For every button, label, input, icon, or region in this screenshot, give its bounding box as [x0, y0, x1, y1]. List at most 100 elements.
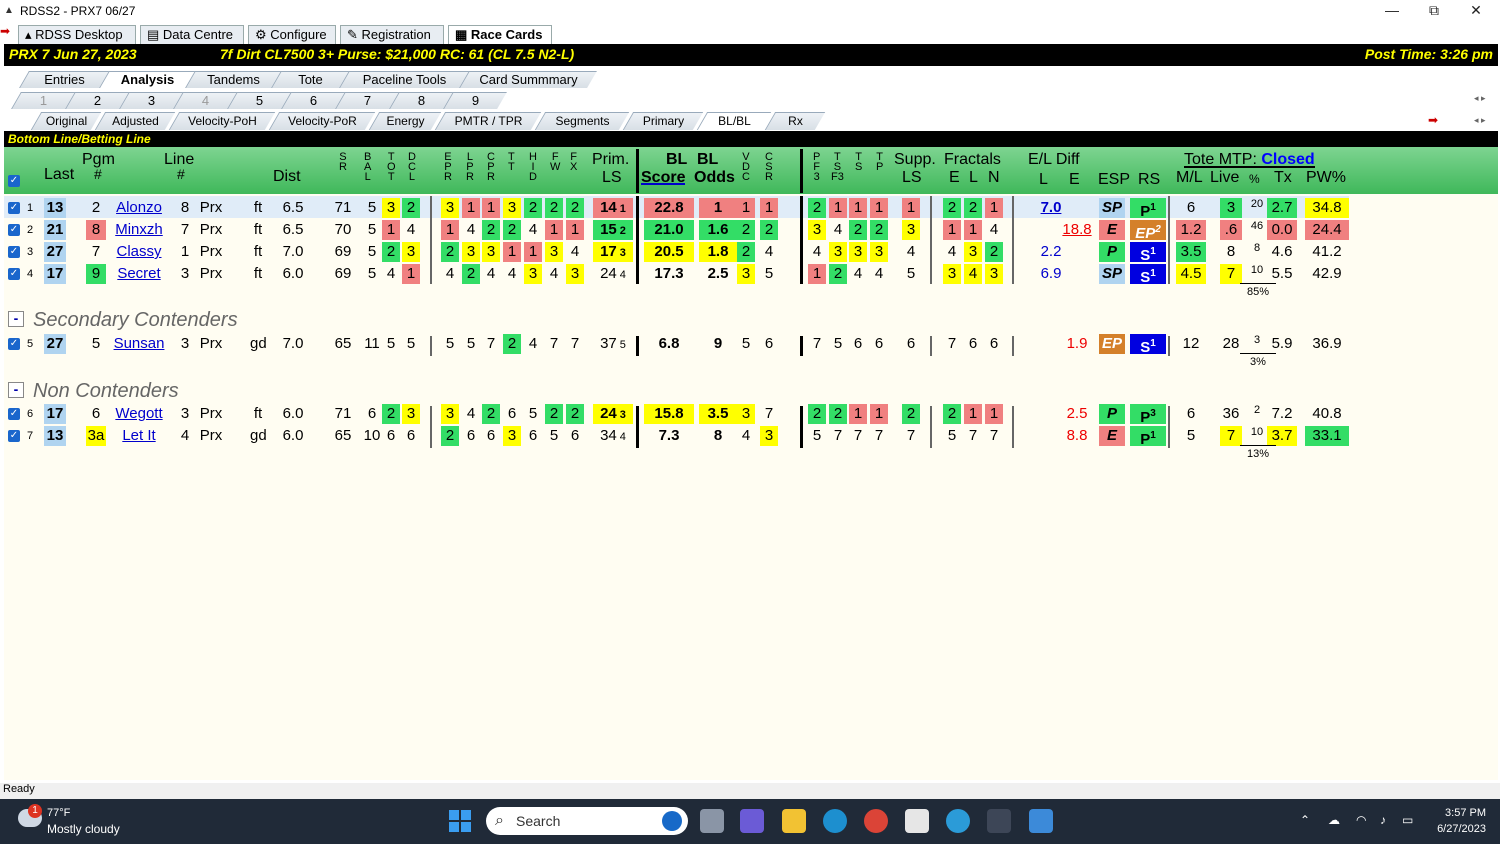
clock-date[interactable]: 6/27/2023 [1426, 823, 1486, 835]
tab-race-9[interactable]: 9 [443, 92, 507, 109]
row-select-checkbox[interactable]: ✓ [8, 202, 20, 214]
chat-icon[interactable] [740, 809, 764, 833]
col-bal[interactable]: B A L [364, 152, 371, 183]
col-pf3[interactable]: P F 3 [813, 152, 820, 183]
col-fw[interactable]: F W [550, 152, 560, 173]
col-live[interactable]: Live [1210, 170, 1239, 186]
col-last[interactable]: Last [44, 167, 74, 183]
col-tt[interactable]: T T [508, 152, 515, 173]
cell-name[interactable]: Secret [110, 264, 168, 284]
cell-name[interactable]: Sunsan [110, 334, 168, 354]
col-cpr[interactable]: C P R [487, 152, 495, 183]
col-lpr[interactable]: L P R [466, 152, 474, 183]
tab-energy[interactable]: Energy [368, 112, 442, 130]
tab-primary[interactable]: Primary [622, 112, 704, 130]
cloud-icon[interactable]: ☁ [1328, 813, 1340, 827]
col-epr[interactable]: E P R [444, 152, 452, 183]
col-sr[interactable]: S R [339, 152, 347, 173]
col-fractals[interactable]: Fractals [944, 152, 1001, 168]
col-esp[interactable]: ESP [1098, 172, 1130, 188]
select-all-checkbox[interactable]: ✓ [8, 175, 20, 187]
col-csr[interactable]: C S R [765, 152, 773, 183]
wifi-icon[interactable]: ◠ [1356, 813, 1366, 827]
task-view-icon[interactable] [700, 809, 724, 833]
tab-bl-bl[interactable]: BL/BL [696, 112, 772, 130]
tab-data-centre[interactable]: ▤ Data Centre [140, 25, 244, 44]
edge-icon[interactable] [823, 809, 847, 833]
col-vdc[interactable]: V D C [742, 152, 750, 183]
col-odds[interactable]: Odds [694, 170, 735, 186]
col-supp[interactable]: Supp. [894, 152, 936, 168]
scroll-arrows-icon[interactable]: ◂ ▸ [1474, 93, 1486, 104]
battery-icon[interactable]: ▭ [1402, 813, 1413, 827]
col-pct[interactable]: % [1249, 173, 1260, 185]
help-icon[interactable] [946, 809, 970, 833]
close-button[interactable]: ✕ [1456, 0, 1496, 22]
col-pw[interactable]: PW% [1306, 170, 1346, 186]
cell-name[interactable]: Classy [110, 242, 168, 262]
tab-tandems[interactable]: Tandems [185, 71, 281, 88]
tab-pmtr-tpr[interactable]: PMTR / TPR [434, 112, 542, 130]
rdss-app-icon[interactable] [987, 809, 1011, 833]
mdp-icon[interactable] [1029, 809, 1053, 833]
bing-icon[interactable] [662, 811, 682, 831]
row-select-checkbox[interactable]: ✓ [8, 338, 20, 350]
col-tot[interactable]: T O T [387, 152, 396, 183]
file-explorer-icon[interactable] [782, 809, 806, 833]
taskbar-search[interactable]: ⌕ Search [486, 807, 688, 835]
tab-tote[interactable]: Tote [271, 71, 349, 88]
col-ts[interactable]: T S [855, 152, 862, 173]
volume-icon[interactable]: ♪ [1380, 813, 1386, 827]
chevron-up-icon[interactable]: ⌃ [1300, 813, 1310, 827]
collapse-secondary-button[interactable]: - [8, 311, 24, 327]
store-icon[interactable] [905, 809, 929, 833]
col-bl2[interactable]: BL [697, 152, 718, 168]
col-tsf3[interactable]: T S F3 [831, 152, 844, 183]
minimize-button[interactable]: — [1372, 0, 1412, 22]
col-prim[interactable]: Prim. [592, 152, 629, 168]
tab-velocity-por[interactable]: Velocity-PoR [268, 112, 376, 130]
cell-name[interactable]: Minxzh [110, 220, 168, 240]
col-el-diff[interactable]: E/L Diff [1028, 152, 1080, 168]
export-icon[interactable]: ➡ [1428, 113, 1438, 127]
row-select-checkbox[interactable]: ✓ [8, 224, 20, 236]
start-icon[interactable] [449, 810, 471, 832]
col-line[interactable]: Line [164, 152, 194, 168]
tab-rdss-desktop[interactable]: ▴ RDSS Desktop [18, 25, 136, 44]
tab-entries[interactable]: Entries [19, 71, 109, 88]
scroll-arrows-icon[interactable]: ◂ ▸ [1474, 115, 1486, 126]
tab-paceline-tools[interactable]: Paceline Tools [339, 71, 469, 88]
col-rs[interactable]: RS [1138, 172, 1160, 188]
col-tp[interactable]: T P [876, 152, 883, 173]
row-select-checkbox[interactable]: ✓ [8, 408, 20, 420]
col-dist[interactable]: Dist [273, 169, 301, 185]
col-score[interactable]: Score [641, 170, 686, 186]
tab-registration[interactable]: ✎ Registration [340, 25, 444, 44]
cell-name[interactable]: Wegott [110, 404, 168, 424]
chrome-icon[interactable] [864, 809, 888, 833]
col-dcl[interactable]: D C L [408, 152, 416, 183]
cell-name[interactable]: Let It [110, 426, 168, 446]
tab-segments[interactable]: Segments [534, 112, 630, 130]
row-select-checkbox[interactable]: ✓ [8, 430, 20, 442]
tab-rx[interactable]: Rx [764, 112, 826, 130]
col-tx[interactable]: Tx [1274, 170, 1292, 186]
row-select-checkbox[interactable]: ✓ [8, 268, 20, 280]
col-pgm[interactable]: Pgm [82, 152, 115, 168]
col-hid[interactable]: H I D [529, 152, 537, 183]
tab-velocity-poh[interactable]: Velocity-PoH [168, 112, 276, 130]
tab-race-cards[interactable]: ▦ Race Cards [448, 25, 552, 44]
tab-adjusted[interactable]: Adjusted [94, 112, 176, 130]
tab-configure[interactable]: ⚙ Configure [248, 25, 336, 44]
maximize-button[interactable]: ⧉ [1414, 0, 1454, 22]
clock-time[interactable]: 3:57 PM [1438, 807, 1486, 819]
cell-name[interactable]: Alonzo [110, 198, 168, 218]
col-bl[interactable]: BL [666, 152, 687, 168]
tab-card-summary[interactable]: Card Summmary [459, 71, 597, 88]
col-fx[interactable]: F X [570, 152, 577, 173]
collapse-non-button[interactable]: - [8, 382, 24, 398]
tab-original[interactable]: Original [30, 112, 102, 130]
tab-analysis[interactable]: Analysis [99, 71, 195, 88]
col-ml[interactable]: M/L [1176, 170, 1203, 186]
row-select-checkbox[interactable]: ✓ [8, 246, 20, 258]
